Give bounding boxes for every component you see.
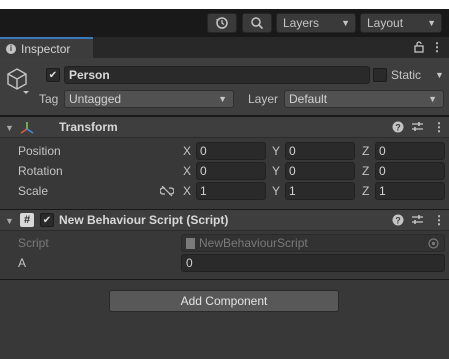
rotation-x-label[interactable]: X: [183, 162, 191, 180]
checkmark-icon: ✔: [42, 214, 52, 226]
transform-title: Transform: [59, 120, 118, 134]
transform-axes-icon: [19, 120, 35, 139]
scale-y-value: 1: [289, 184, 296, 198]
object-name-field[interactable]: Person: [64, 66, 370, 84]
lock-icon[interactable]: [413, 40, 425, 57]
kebab-menu-icon[interactable]: ⋮: [433, 213, 445, 227]
rotation-y-field[interactable]: 0: [285, 162, 355, 180]
position-y-field[interactable]: 0: [285, 142, 355, 160]
search-icon: [251, 17, 264, 30]
script-enabled-checkbox[interactable]: ✔: [40, 213, 54, 227]
scale-y-label[interactable]: Y: [272, 182, 280, 200]
svg-text:?: ?: [395, 123, 401, 133]
scale-z-field[interactable]: 1: [375, 182, 445, 200]
chevron-down-icon: ▼: [428, 94, 437, 104]
rotation-label: Rotation: [18, 164, 63, 178]
scale-z-label[interactable]: Z: [362, 182, 369, 200]
tag-dropdown[interactable]: Untagged ▼: [64, 90, 234, 108]
transform-header[interactable]: ▼ Transform ? ⋮: [0, 116, 449, 138]
rotation-y-label[interactable]: Y: [272, 162, 280, 180]
position-x-label[interactable]: X: [183, 142, 191, 160]
position-y-label[interactable]: Y: [272, 142, 280, 160]
position-x-field[interactable]: 0: [196, 142, 266, 160]
object-picker-icon: [428, 238, 439, 252]
script-component-title: New Behaviour Script (Script): [59, 213, 229, 227]
layers-dropdown[interactable]: Layers ▼: [276, 13, 356, 33]
rotation-z-value: 0: [379, 164, 386, 178]
info-icon: i: [6, 43, 16, 54]
add-component-button[interactable]: Add Component: [109, 290, 339, 312]
history-icon: [216, 17, 228, 29]
editor-toolbar: Layers ▼ Layout ▼: [0, 9, 449, 37]
scale-x-field[interactable]: 1: [196, 182, 266, 200]
help-icon[interactable]: ?: [392, 214, 404, 229]
rotation-x-value: 0: [200, 164, 207, 178]
script-reference-field: NewBehaviourScript: [181, 234, 445, 252]
unlink-icon[interactable]: [159, 185, 175, 200]
cube-icon: [6, 67, 32, 98]
object-header: ✔ Person Static ▼ Tag Untagged ▼ Layer D…: [0, 58, 449, 116]
layout-dropdown[interactable]: Layout ▼: [360, 13, 442, 33]
tab-inspector-label: Inspector: [21, 41, 71, 56]
foldout-arrow-icon[interactable]: ▼: [5, 216, 14, 226]
a-field[interactable]: 0: [181, 254, 445, 272]
scale-label: Scale: [18, 184, 49, 198]
window-tab-bar: i Inspector ⋮: [0, 37, 449, 58]
layer-value: Default: [289, 92, 328, 106]
static-dropdown-icon[interactable]: ▼: [435, 70, 444, 80]
rotation-z-field[interactable]: 0: [375, 162, 445, 180]
layer-label: Layer: [248, 92, 279, 106]
static-label: Static: [391, 68, 422, 82]
kebab-menu-icon[interactable]: ⋮: [433, 120, 445, 134]
script-file-icon: [186, 237, 195, 249]
svg-text:?: ?: [395, 216, 401, 226]
layers-dropdown-label: Layers: [283, 16, 320, 30]
chevron-down-icon: ▼: [341, 18, 350, 28]
position-y-value: 0: [289, 144, 296, 158]
rotation-x-field[interactable]: 0: [196, 162, 266, 180]
rotation-y-value: 0: [289, 164, 296, 178]
foldout-arrow-icon[interactable]: ▼: [5, 123, 14, 133]
position-z-value: 0: [379, 144, 386, 158]
layout-dropdown-label: Layout: [367, 16, 404, 30]
chevron-down-icon: ▼: [427, 18, 436, 28]
help-icon[interactable]: ?: [392, 121, 404, 136]
tag-label: Tag: [39, 92, 59, 106]
scale-x-label[interactable]: X: [183, 182, 191, 200]
scale-y-field[interactable]: 1: [285, 182, 355, 200]
tab-inspector[interactable]: i Inspector: [0, 37, 93, 58]
scale-z-value: 1: [379, 184, 386, 198]
presets-icon[interactable]: [411, 213, 424, 229]
script-label: Script: [18, 236, 49, 250]
layer-dropdown[interactable]: Default ▼: [284, 90, 444, 108]
position-z-field[interactable]: 0: [375, 142, 445, 160]
script-reference-value: NewBehaviourScript: [199, 236, 308, 250]
kebab-menu-icon[interactable]: ⋮: [431, 40, 443, 54]
static-checkbox[interactable]: [373, 68, 387, 82]
history-button[interactable]: [207, 13, 237, 33]
position-x-value: 0: [200, 144, 207, 158]
a-label[interactable]: A: [18, 254, 26, 272]
active-checkbox[interactable]: ✔: [46, 68, 60, 82]
position-z-label[interactable]: Z: [362, 142, 369, 160]
window-top-strip: [0, 0, 449, 9]
rotation-z-label[interactable]: Z: [362, 162, 369, 180]
tag-value: Untagged: [69, 92, 122, 106]
checkmark-icon: ✔: [48, 69, 58, 81]
a-value: 0: [186, 256, 193, 270]
scale-x-value: 1: [200, 184, 207, 198]
presets-icon[interactable]: [411, 120, 424, 136]
search-button[interactable]: [242, 13, 272, 33]
object-name-value: Person: [69, 68, 110, 82]
add-component-label: Add Component: [180, 294, 268, 308]
position-label: Position: [18, 144, 61, 158]
component-separator: [0, 279, 449, 280]
script-hash-icon: #: [20, 213, 34, 227]
chevron-down-icon: ▼: [218, 94, 227, 104]
script-component-header[interactable]: ▼ # ✔ New Behaviour Script (Script) ? ⋮: [0, 209, 449, 231]
